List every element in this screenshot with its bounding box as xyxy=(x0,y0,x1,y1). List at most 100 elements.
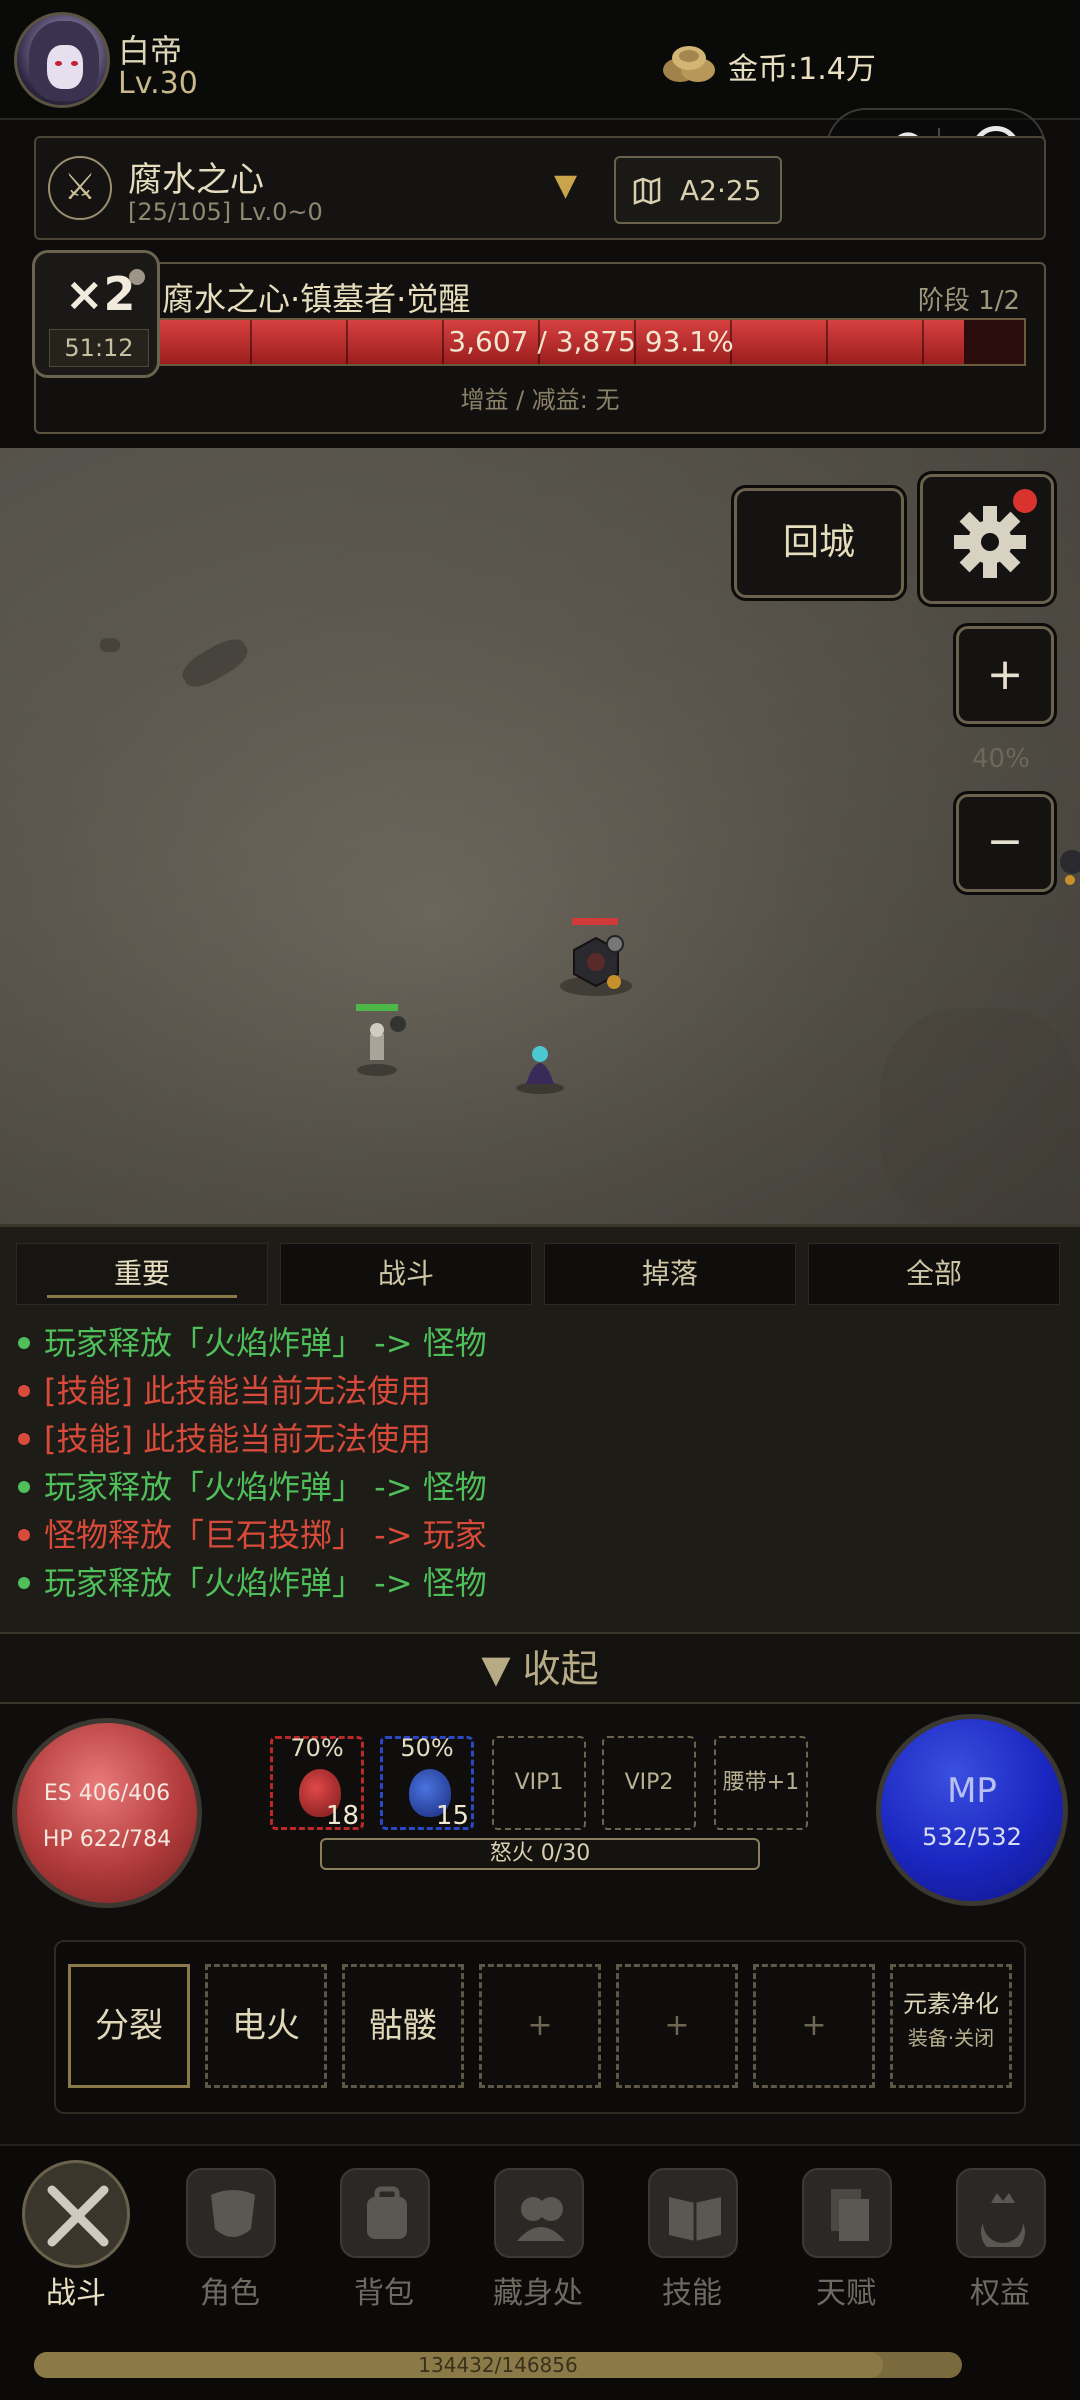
boss-hp-bar: 3,607 / 3,875 93.1% xyxy=(156,318,1026,366)
mp-orb: MP 532/532 xyxy=(876,1714,1068,1906)
cards-icon xyxy=(802,2168,892,2258)
skill-bar: 分裂 电火 骷髅 + + + 元素净化 装备·关闭 xyxy=(54,1940,1026,2114)
skill-empty-slot[interactable]: + xyxy=(616,1964,738,2088)
nav-label: 天赋 xyxy=(816,2276,876,2311)
return-town-button[interactable]: 回城 xyxy=(734,488,904,598)
multiplier-timer: 51:12 xyxy=(49,329,149,367)
tab-all[interactable]: 全部 xyxy=(808,1243,1060,1305)
crown-moon-icon xyxy=(956,2168,1046,2258)
player-level: Lv.30 xyxy=(118,66,198,101)
skill-lightning-fire[interactable]: 电火 xyxy=(205,1964,327,2088)
gear-icon xyxy=(954,506,1026,578)
hp-potion-percent: 70% xyxy=(290,1734,344,1762)
status-area: ES 406/406 HP 622/784 70% 18 50% 15 VIP1… xyxy=(0,1704,1080,2144)
top-header: 白帝 Lv.30 金币:1.4万 xyxy=(0,0,1080,120)
boss-name: 腐水之心·镇墓者·觉醒 xyxy=(162,280,471,318)
battle-map[interactable]: 回城 + 40% − xyxy=(0,448,1080,1224)
mask-icon xyxy=(186,2168,276,2258)
boss-panel: 腐水之心·镇墓者·觉醒 阶段 1/2 3,607 / 3,875 93.1% 增… xyxy=(34,262,1046,434)
offscreen-enemy[interactable] xyxy=(1056,840,1080,900)
mp-potion-slot[interactable]: 50% 15 xyxy=(380,1734,474,1831)
settings-button[interactable] xyxy=(920,474,1054,604)
hideout-icon xyxy=(494,2168,584,2258)
mp-potion-count: 15 xyxy=(435,1801,469,1831)
zone-progress: [25/105] Lv.0~0 xyxy=(128,198,323,226)
log-line: 怪物释放「巨石投掷」 -> 玩家 xyxy=(14,1511,1064,1559)
tab-loot[interactable]: 掉落 xyxy=(544,1243,796,1305)
log-line: 玩家释放「火焰炸弹」 -> 怪物 xyxy=(14,1319,1064,1367)
nav-character[interactable]: 角色 xyxy=(170,2168,290,2318)
collapse-log-button[interactable]: ▼ 收起 xyxy=(0,1632,1080,1704)
log-tabs: 重要 战斗 掉落 全部 xyxy=(16,1243,1064,1305)
mp-label: MP xyxy=(947,1771,997,1811)
log-line: 玩家释放「火焰炸弹」 -> 怪物 xyxy=(14,1559,1064,1607)
nav-label: 藏身处 xyxy=(493,2276,583,2311)
zone-bar: ⚔ 腐水之心 [25/105] Lv.0~0 ▼ A2·25 xyxy=(34,136,1046,240)
crossed-swords-icon xyxy=(22,2160,130,2268)
player-avatar[interactable] xyxy=(14,12,110,108)
log-line: 玩家释放「火焰炸弹」 -> 怪物 xyxy=(14,1463,1064,1511)
mp-potion-percent: 50% xyxy=(400,1734,454,1762)
hp-value: HP 622/784 xyxy=(42,1827,172,1852)
boss-stage: 阶段 1/2 xyxy=(917,286,1020,316)
log-lines: 玩家释放「火焰炸弹」 -> 怪物 [技能] 此技能当前无法使用 [技能] 此技能… xyxy=(14,1319,1064,1607)
log-line: [技能] 此技能当前无法使用 xyxy=(14,1415,1064,1463)
zoom-out-button[interactable]: − xyxy=(956,794,1054,892)
nav-label: 权益 xyxy=(970,2276,1030,2311)
tab-combat[interactable]: 战斗 xyxy=(280,1243,532,1305)
mp-value: 532/532 xyxy=(922,1823,1022,1851)
crossed-swords-icon: ⚔ xyxy=(48,156,112,220)
nav-benefits[interactable]: 权益 xyxy=(940,2168,1060,2318)
toggle-state: 装备·关闭 xyxy=(907,2026,995,2050)
enemy-unit[interactable] xyxy=(560,918,640,998)
multiplier-dot-icon xyxy=(129,269,145,285)
notification-dot xyxy=(1013,489,1037,513)
boss-hp-text: 3,607 / 3,875 93.1% xyxy=(448,325,734,358)
nav-label: 背包 xyxy=(354,2276,414,2311)
map-label: A2·25 xyxy=(680,174,762,207)
skill-empty-slot[interactable]: + xyxy=(753,1964,875,2088)
zoom-level: 40% xyxy=(972,744,1030,774)
gold-amount: 金币:1.4万 xyxy=(728,52,876,87)
nav-label: 技能 xyxy=(662,2276,722,2311)
map-icon xyxy=(633,177,661,205)
nav-talent[interactable]: 天赋 xyxy=(786,2168,906,2318)
log-line: [技能] 此技能当前无法使用 xyxy=(14,1367,1064,1415)
rage-bar: 怒火 0/30 xyxy=(320,1838,760,1870)
skill-split[interactable]: 分裂 xyxy=(68,1964,190,2088)
nav-skills[interactable]: 技能 xyxy=(632,2168,752,2318)
skill-empty-slot[interactable]: + xyxy=(479,1964,601,2088)
vip1-slot[interactable]: VIP1 xyxy=(492,1736,586,1830)
backpack-icon xyxy=(340,2168,430,2258)
nav-backpack[interactable]: 背包 xyxy=(324,2168,444,2318)
hp-potion-slot[interactable]: 70% 18 xyxy=(270,1734,364,1831)
companion-unit[interactable] xyxy=(512,1028,572,1098)
toggle-title: 元素净化 xyxy=(903,1990,999,2018)
nav-hideout[interactable]: 藏身处 xyxy=(478,2168,598,2318)
hp-orb: ES 406/406 HP 622/784 xyxy=(12,1718,202,1908)
es-value: ES 406/406 xyxy=(43,1781,171,1806)
nav-label: 角色 xyxy=(200,2276,260,2311)
nav-label: 战斗 xyxy=(46,2276,106,2311)
element-purify-toggle[interactable]: 元素净化 装备·关闭 xyxy=(890,1964,1012,2088)
book-icon xyxy=(648,2168,738,2258)
zoom-in-button[interactable]: + xyxy=(956,626,1054,724)
skill-skeleton[interactable]: 骷髅 xyxy=(342,1964,464,2088)
boss-buff-status: 增益 / 减益: 无 xyxy=(460,386,620,414)
xp-text: 134432/146856 xyxy=(418,2353,578,2377)
map-button[interactable]: A2·25 xyxy=(614,156,782,224)
xp-bar: 134432/146856 xyxy=(34,2352,962,2378)
zone-dropdown-icon[interactable]: ▼ xyxy=(554,168,577,203)
tab-important[interactable]: 重要 xyxy=(16,1243,268,1305)
nav-battle[interactable]: 战斗 xyxy=(16,2160,136,2318)
gold-coins-icon xyxy=(663,46,715,82)
belt-slot[interactable]: 腰带+1 xyxy=(714,1736,808,1830)
speed-multiplier-button[interactable]: ×2 51:12 xyxy=(32,250,160,378)
player-unit[interactable] xyxy=(352,1004,412,1076)
vip2-slot[interactable]: VIP2 xyxy=(602,1736,696,1830)
multiplier-label: ×2 xyxy=(65,267,136,321)
hp-potion-count: 18 xyxy=(325,1801,359,1831)
log-panel: 重要 战斗 掉落 全部 玩家释放「火焰炸弹」 -> 怪物 [技能] 此技能当前无… xyxy=(0,1224,1080,1632)
bottom-nav: 战斗 角色 背包 藏身处 技能 天赋 权益 134432/146856 xyxy=(0,2144,1080,2400)
zone-name: 腐水之心 xyxy=(128,160,264,200)
